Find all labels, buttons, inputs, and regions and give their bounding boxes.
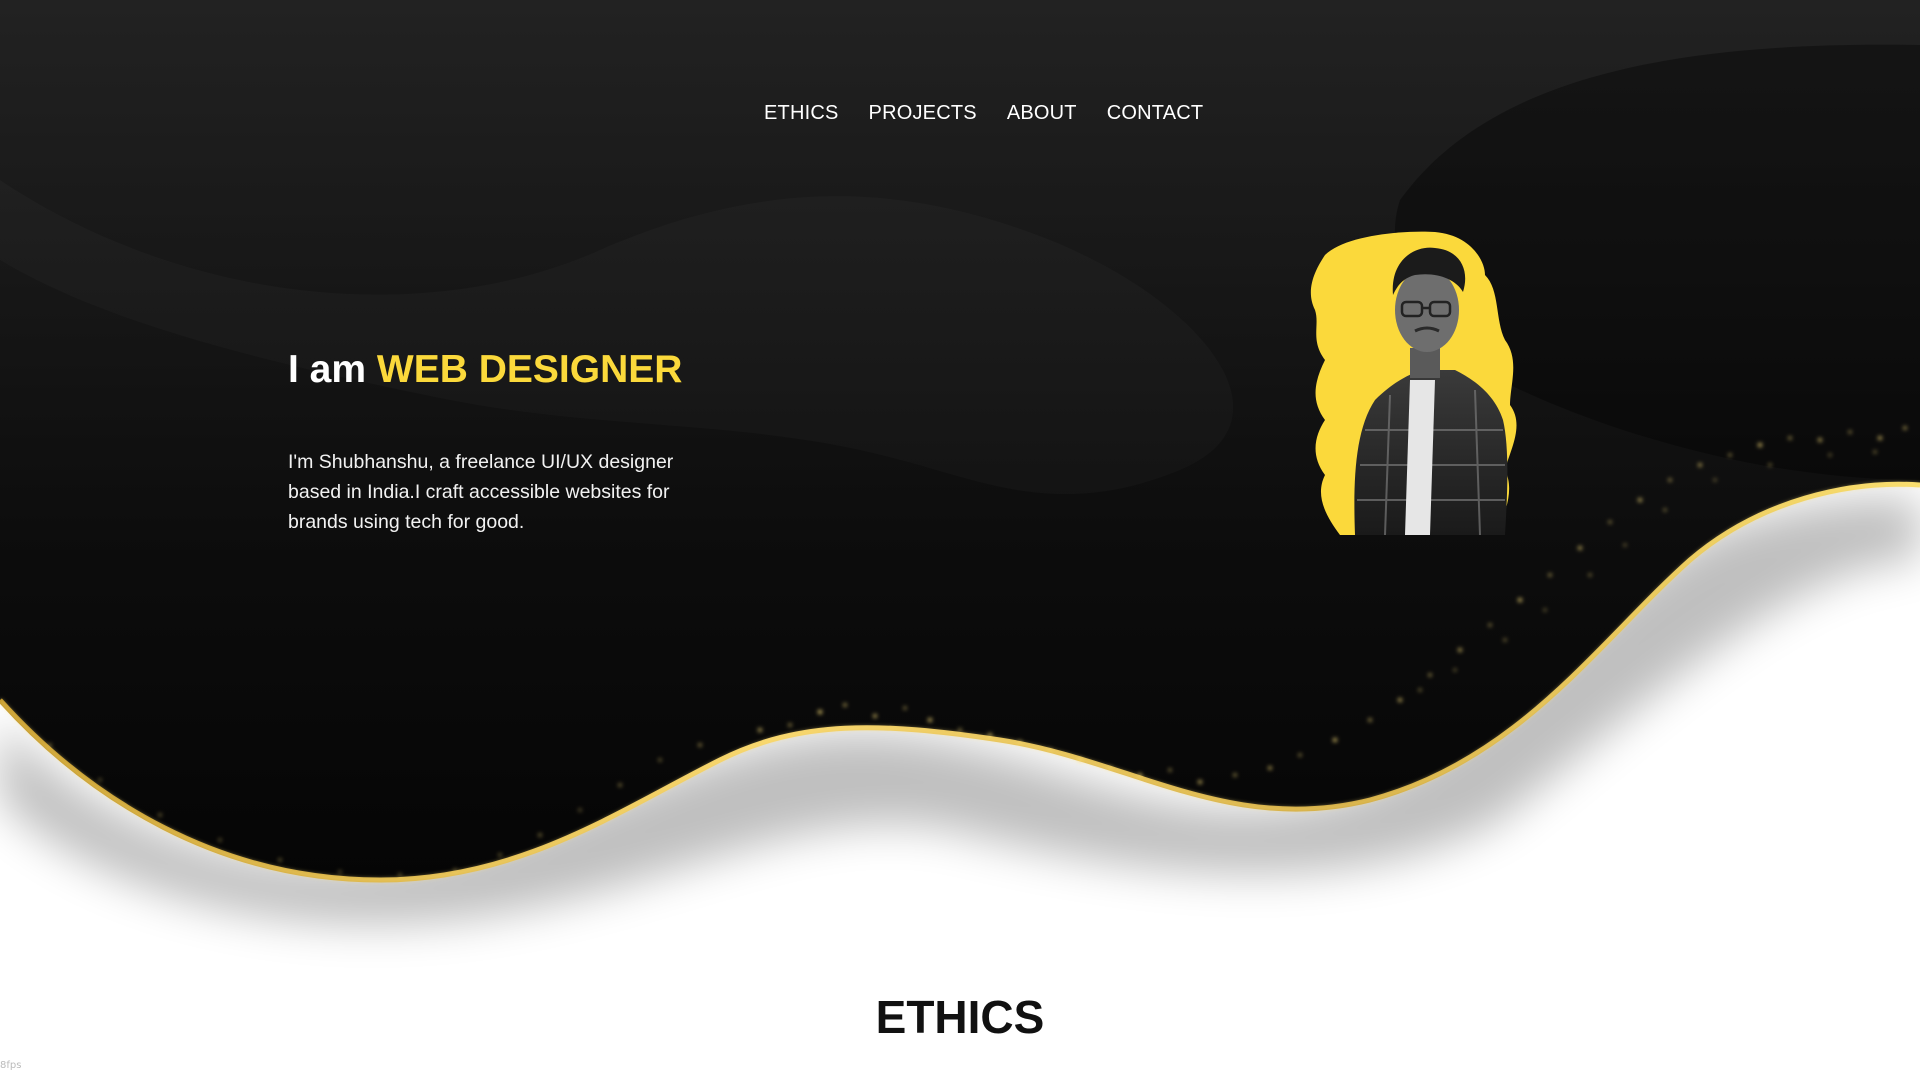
- hero-background: [0, 0, 1920, 924]
- nav-link-about[interactable]: ABOUT: [1007, 102, 1077, 125]
- hero-title: I am WEB DESIGNER: [288, 348, 682, 392]
- corner-fps-text: 8fps: [0, 1060, 22, 1071]
- hero-title-accent: WEB DESIGNER: [376, 348, 683, 391]
- nav-link-contact[interactable]: CONTACT: [1107, 102, 1204, 125]
- ethics-section-title: ETHICS: [875, 991, 1045, 1043]
- hero-description: I'm Shubhanshu, a freelance UI/UX design…: [288, 451, 674, 533]
- hero-title-prefix: I am: [288, 348, 367, 391]
- portrait-image: [1310, 231, 1517, 535]
- nav-links: ETHICS PROJECTS ABOUT CONTACT: [764, 102, 1203, 125]
- nav-link-ethics[interactable]: ETHICS: [764, 102, 839, 125]
- page: ETHICS PROJECTS ABOUT CONTACT I am WEB D…: [0, 0, 1920, 1080]
- nav-link-projects[interactable]: PROJECTS: [869, 102, 977, 125]
